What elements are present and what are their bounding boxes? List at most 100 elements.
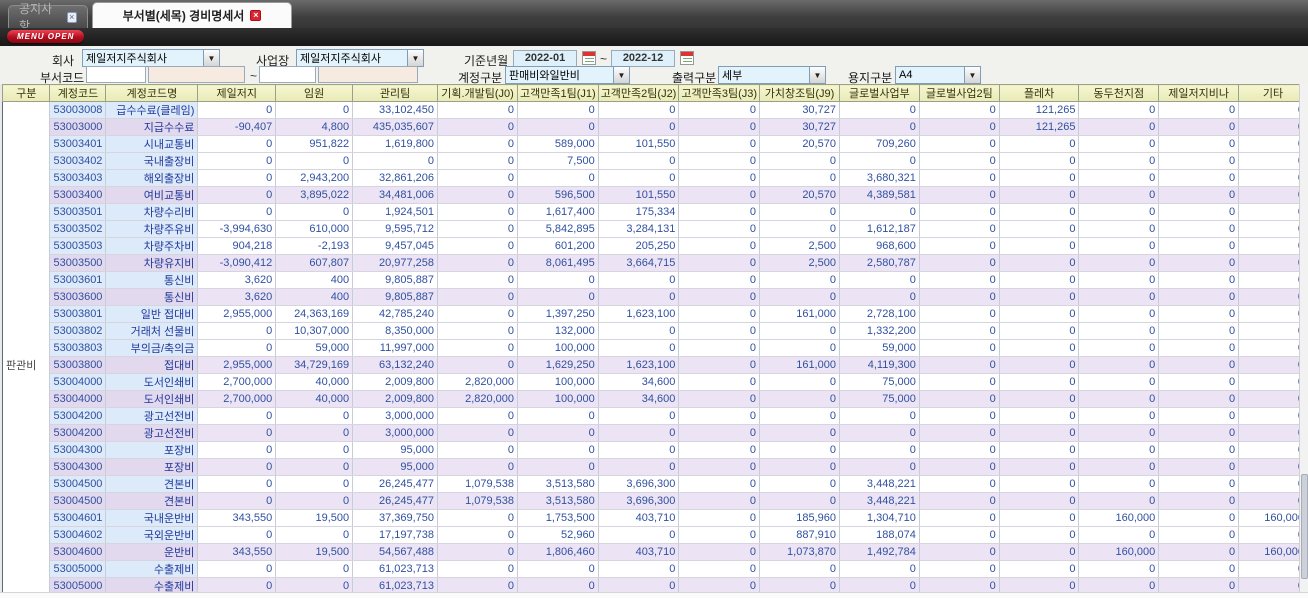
amount-cell[interactable]: 95,000 xyxy=(352,458,439,476)
amount-cell[interactable]: 3,448,221 xyxy=(839,475,920,493)
account-name-cell[interactable]: 차량주유비 xyxy=(105,220,199,238)
amount-cell[interactable]: 0 xyxy=(1078,322,1160,340)
amount-cell[interactable]: 0 xyxy=(437,186,519,204)
amount-cell[interactable]: 0 xyxy=(1158,186,1240,204)
amount-cell[interactable]: 0 xyxy=(437,543,519,561)
amount-cell[interactable]: 0 xyxy=(437,509,519,527)
account-code-cell[interactable]: 53003000 xyxy=(49,118,107,136)
amount-cell[interactable]: 0 xyxy=(678,356,761,374)
amount-cell[interactable]: 0 xyxy=(759,373,840,391)
amount-cell[interactable]: 0 xyxy=(919,101,1000,119)
account-name-cell[interactable]: 해외출장비 xyxy=(105,169,199,187)
amount-cell[interactable]: 2,700,000 xyxy=(197,373,277,391)
account-code-cell[interactable]: 53004200 xyxy=(49,407,107,425)
close-icon[interactable]: × xyxy=(66,11,77,23)
amount-cell[interactable]: 3,000,000 xyxy=(352,407,439,425)
amount-cell[interactable]: 0 xyxy=(1238,390,1308,408)
amount-cell[interactable]: 0 xyxy=(1078,390,1160,408)
vertical-scrollbar[interactable] xyxy=(1299,84,1308,592)
amount-cell[interactable]: 4,389,581 xyxy=(839,186,920,204)
account-code-cell[interactable]: 53003503 xyxy=(49,237,107,255)
account-name-cell[interactable]: 수출제비 xyxy=(105,560,199,578)
amount-cell[interactable]: 0 xyxy=(839,458,920,476)
amount-cell[interactable]: 52,960 xyxy=(517,526,599,544)
amount-cell[interactable]: 0 xyxy=(919,424,1000,442)
amount-cell[interactable]: 160,000 xyxy=(1238,509,1308,527)
amount-cell[interactable]: 9,595,712 xyxy=(352,220,439,238)
amount-cell[interactable]: 0 xyxy=(437,203,519,221)
amount-cell[interactable]: 610,000 xyxy=(275,220,354,238)
amount-cell[interactable]: 0 xyxy=(919,560,1000,578)
amount-cell[interactable]: 0 xyxy=(919,458,1000,476)
amount-cell[interactable]: 188,074 xyxy=(839,526,920,544)
menu-open-button[interactable]: MENU OPEN xyxy=(7,30,85,43)
amount-cell[interactable]: 0 xyxy=(437,152,519,170)
account-code-cell[interactable]: 53003801 xyxy=(49,305,107,323)
amount-cell[interactable]: 0 xyxy=(678,526,761,544)
amount-cell[interactable]: 0 xyxy=(517,407,599,425)
amount-cell[interactable]: 0 xyxy=(598,526,680,544)
amount-cell[interactable]: -3,090,412 xyxy=(197,254,277,272)
amount-cell[interactable]: 0 xyxy=(1238,101,1308,119)
amount-cell[interactable]: 0 xyxy=(999,509,1080,527)
amount-cell[interactable]: 0 xyxy=(919,305,1000,323)
amount-cell[interactable]: 0 xyxy=(759,407,840,425)
amount-cell[interactable]: 0 xyxy=(275,560,354,578)
amount-cell[interactable]: 34,600 xyxy=(598,373,680,391)
amount-cell[interactable]: 0 xyxy=(1158,492,1240,510)
amount-cell[interactable]: 589,000 xyxy=(517,135,599,153)
amount-cell[interactable]: 0 xyxy=(1078,373,1160,391)
amount-cell[interactable]: 0 xyxy=(999,424,1080,442)
account-name-cell[interactable]: 차량수리비 xyxy=(105,203,199,221)
amount-cell[interactable]: 0 xyxy=(1238,407,1308,425)
amount-cell[interactable]: 2,700,000 xyxy=(197,390,277,408)
amount-cell[interactable]: 0 xyxy=(678,118,761,136)
amount-cell[interactable]: 0 xyxy=(1078,169,1160,187)
amount-cell[interactable]: 54,567,488 xyxy=(352,543,439,561)
amount-cell[interactable]: 0 xyxy=(999,135,1080,153)
amount-cell[interactable]: 435,035,607 xyxy=(352,118,439,136)
account-name-cell[interactable]: 견본비 xyxy=(105,492,199,510)
amount-cell[interactable]: 0 xyxy=(678,560,761,578)
amount-cell[interactable]: 40,000 xyxy=(275,390,354,408)
account-code-cell[interactable]: 53005000 xyxy=(49,560,107,578)
amount-cell[interactable]: 0 xyxy=(437,458,519,476)
amount-cell[interactable]: 601,200 xyxy=(517,237,599,255)
amount-cell[interactable]: 0 xyxy=(678,288,761,306)
amount-cell[interactable]: 0 xyxy=(1238,526,1308,544)
amount-cell[interactable]: 0 xyxy=(999,152,1080,170)
account-code-cell[interactable]: 53003400 xyxy=(49,186,107,204)
amount-cell[interactable]: 0 xyxy=(1158,543,1240,561)
amount-cell[interactable]: 34,481,006 xyxy=(352,186,439,204)
scrollbar-thumb[interactable] xyxy=(1301,474,1308,579)
amount-cell[interactable]: 0 xyxy=(1078,475,1160,493)
amount-cell[interactable]: 1,612,187 xyxy=(839,220,920,238)
amount-cell[interactable]: 1,623,100 xyxy=(598,356,680,374)
amount-cell[interactable]: 0 xyxy=(999,220,1080,238)
amount-cell[interactable]: 7,500 xyxy=(517,152,599,170)
amount-cell[interactable]: 0 xyxy=(1078,458,1160,476)
amount-cell[interactable]: 9,457,045 xyxy=(352,237,439,255)
amount-cell[interactable]: 0 xyxy=(517,441,599,459)
table-row[interactable]: 53003403 해외출장비 0 2,943,200 32,861,206 0 0 0 0 0 3,… xyxy=(3,169,1308,187)
amount-cell[interactable]: 2,500 xyxy=(759,254,840,272)
output-type-select[interactable]: 세부 ▼ xyxy=(718,66,826,84)
amount-cell[interactable]: 0 xyxy=(437,271,519,289)
amount-cell[interactable]: 0 xyxy=(1078,407,1160,425)
column-header[interactable]: 구분 xyxy=(1,84,51,102)
amount-cell[interactable]: 0 xyxy=(1158,254,1240,272)
amount-cell[interactable]: 0 xyxy=(919,441,1000,459)
amount-cell[interactable]: 0 xyxy=(598,271,680,289)
amount-cell[interactable]: 3,448,221 xyxy=(839,492,920,510)
dept-code-from-name-field[interactable] xyxy=(148,66,245,83)
amount-cell[interactable]: 0 xyxy=(759,458,840,476)
amount-cell[interactable]: 0 xyxy=(1238,237,1308,255)
amount-cell[interactable]: 0 xyxy=(437,407,519,425)
amount-cell[interactable]: 0 xyxy=(919,492,1000,510)
column-header[interactable]: 제일저지비나 xyxy=(1158,84,1240,102)
amount-cell[interactable]: 0 xyxy=(1158,288,1240,306)
amount-cell[interactable]: 0 xyxy=(197,424,277,442)
amount-cell[interactable]: 0 xyxy=(999,254,1080,272)
amount-cell[interactable]: 132,000 xyxy=(517,322,599,340)
column-header[interactable]: 플레차 xyxy=(998,84,1080,102)
